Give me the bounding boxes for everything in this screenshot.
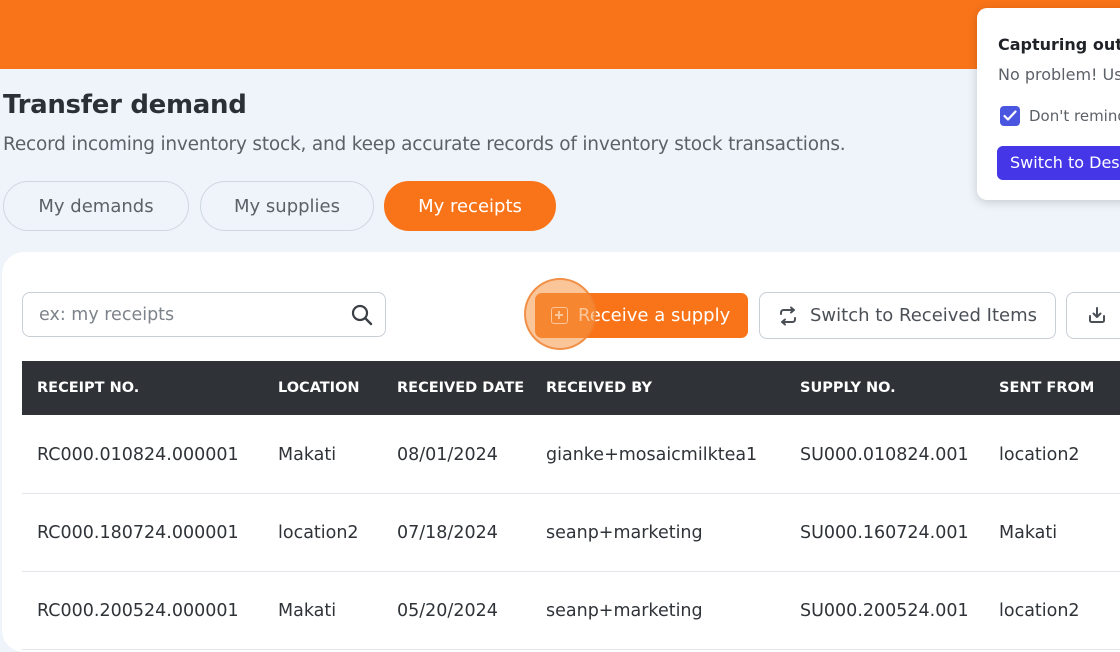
capture-popup: Capturing outs No problem! Us Don't remi… bbox=[977, 8, 1120, 200]
tab-my-receipts[interactable]: My receipts bbox=[384, 181, 556, 231]
cell-receipt-no: RC000.200524.000001 bbox=[37, 601, 239, 621]
column-header-received-date[interactable]: RECEIVED DATE bbox=[397, 361, 524, 415]
tab-my-supplies[interactable]: My supplies bbox=[200, 181, 374, 231]
column-header-location[interactable]: LOCATION bbox=[278, 361, 360, 415]
column-header-receipt-no[interactable]: RECEIPT NO. bbox=[37, 361, 139, 415]
cell-received-by: seanp+marketing bbox=[546, 523, 703, 543]
table-row[interactable]: RC000.200524.000001 Makati 05/20/2024 se… bbox=[22, 572, 1120, 650]
table-row[interactable]: RC000.180724.000001 location2 07/18/2024… bbox=[22, 494, 1120, 572]
cell-received-date: 07/18/2024 bbox=[397, 523, 498, 543]
download-icon bbox=[1089, 307, 1105, 323]
page-description: Record incoming inventory stock, and kee… bbox=[3, 134, 846, 155]
top-banner bbox=[0, 0, 1120, 69]
cell-supply-no: SU000.200524.001 bbox=[800, 601, 969, 621]
cell-sent-from: Makati bbox=[999, 523, 1058, 543]
swap-arrows-icon bbox=[780, 306, 796, 325]
cell-supply-no: SU000.010824.001 bbox=[800, 445, 969, 465]
table-row[interactable]: RC000.010824.000001 Makati 08/01/2024 gi… bbox=[22, 416, 1120, 494]
switch-to-received-items-button[interactable]: Switch to Received Items bbox=[759, 292, 1056, 339]
cell-received-date: 05/20/2024 bbox=[397, 601, 498, 621]
cell-supply-no: SU000.160724.001 bbox=[800, 523, 969, 543]
switch-label: Switch to Received Items bbox=[810, 305, 1037, 326]
cell-location: location2 bbox=[278, 523, 359, 543]
switch-to-desktop-button[interactable]: Switch to Des bbox=[997, 146, 1120, 180]
cell-received-date: 08/01/2024 bbox=[397, 445, 498, 465]
popup-title: Capturing outs bbox=[998, 35, 1120, 54]
cell-sent-from: location2 bbox=[999, 601, 1080, 621]
dont-remind-label: Don't remind bbox=[1029, 107, 1120, 125]
cell-received-by: seanp+marketing bbox=[546, 601, 703, 621]
checkmark-icon bbox=[1003, 110, 1017, 121]
cell-location: Makati bbox=[278, 601, 337, 621]
dont-remind-checkbox[interactable] bbox=[1000, 106, 1020, 126]
cell-receipt-no: RC000.010824.000001 bbox=[37, 445, 239, 465]
cell-location: Makati bbox=[278, 445, 337, 465]
search-input[interactable] bbox=[39, 301, 339, 329]
search-box bbox=[22, 292, 386, 337]
table-header: RECEIPT NO. LOCATION RECEIVED DATE RECEI… bbox=[22, 361, 1120, 415]
cell-sent-from: location2 bbox=[999, 445, 1080, 465]
column-header-supply-no[interactable]: SUPPLY NO. bbox=[800, 361, 896, 415]
column-header-received-by[interactable]: RECEIVED BY bbox=[546, 361, 652, 415]
cell-received-by: gianke+mosaicmilktea1 bbox=[546, 445, 758, 465]
popup-body-text: No problem! Us bbox=[998, 65, 1120, 84]
column-header-sent-from[interactable]: SENT FROM bbox=[999, 361, 1094, 415]
tab-my-demands[interactable]: My demands bbox=[3, 181, 189, 231]
click-indicator bbox=[524, 278, 596, 350]
page-title: Transfer demand bbox=[3, 90, 247, 120]
cell-receipt-no: RC000.180724.000001 bbox=[37, 523, 239, 543]
receive-supply-label: Receive a supply bbox=[578, 305, 731, 326]
download-button[interactable] bbox=[1066, 292, 1120, 339]
search-icon[interactable] bbox=[350, 303, 374, 327]
